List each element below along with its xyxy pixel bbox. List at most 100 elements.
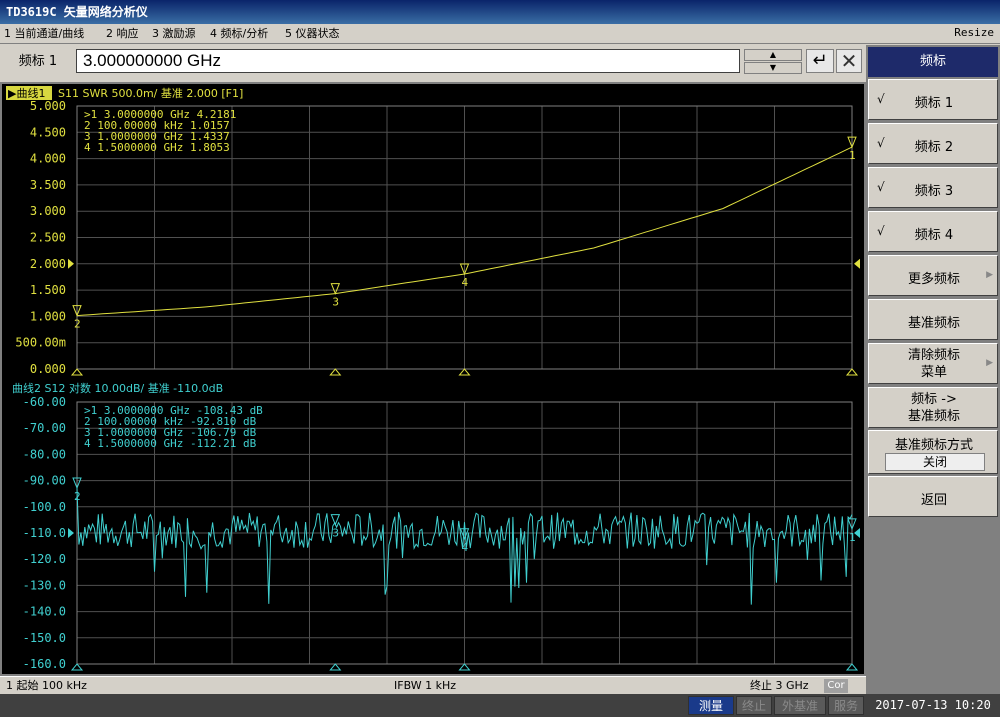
enter-button[interactable]: ↵ bbox=[806, 49, 834, 73]
chevron-right-icon: ▶ bbox=[986, 358, 993, 368]
softkey-marker-2[interactable]: √ 频标 2 bbox=[868, 123, 998, 164]
s12-y-tick: -70.00 bbox=[23, 421, 66, 435]
marker-value-input[interactable]: 3.000000000 GHz bbox=[76, 49, 740, 73]
spin-down-button[interactable]: ▼ bbox=[744, 62, 802, 74]
softkey-marker-3[interactable]: √ 频标 3 bbox=[868, 167, 998, 208]
trace1-active-tag: ▶曲线1 bbox=[8, 86, 45, 100]
menu-item-stimulus[interactable]: 3 激励源 bbox=[152, 26, 196, 42]
bottom-bar: 测量 终止 外基准 服务 2017-07-13 10:20 bbox=[0, 694, 1000, 717]
softkey-title: 频标 bbox=[868, 47, 998, 77]
bottom-stop[interactable]: 终止 bbox=[736, 696, 772, 715]
swr-y-tick: 3.000 bbox=[30, 204, 66, 218]
clock: 2017-07-13 10:20 bbox=[875, 698, 991, 712]
swr-marker-label: 3 bbox=[332, 296, 339, 309]
softkey-label: 频标 1 bbox=[914, 96, 954, 111]
menu-item-channel[interactable]: 1 当前通道/曲线 bbox=[4, 26, 84, 42]
ifbw-value[interactable]: IFBW 1 kHz bbox=[394, 678, 456, 694]
softkey-label: 基准频标方式 bbox=[894, 438, 973, 453]
s12-y-tick: -60.00 bbox=[23, 395, 66, 409]
s12-marker-label: 3 bbox=[332, 527, 339, 540]
s12-y-tick: -150.0 bbox=[23, 631, 66, 645]
softkey-back[interactable]: 返回 bbox=[868, 476, 998, 517]
swr-y-tick: 2.000 bbox=[30, 257, 66, 271]
trace-display[interactable]: 5.000 4.500 4.000 3.500 3.000 2.500 2.000 1.500… bbox=[0, 82, 866, 676]
swr-y-tick: 4.000 bbox=[30, 152, 66, 166]
swr-ref-pointer-right bbox=[854, 258, 860, 269]
softkey-label: 清除频标 菜单 bbox=[907, 348, 960, 380]
s12-y-tick: -90.00 bbox=[23, 474, 66, 488]
s12-y-tick: -160.0 bbox=[23, 657, 66, 671]
s12-y-tick: -110.0 bbox=[23, 526, 66, 540]
menu-item-system[interactable]: 5 仪器状态 bbox=[285, 26, 340, 42]
s12-axis-marker bbox=[329, 663, 342, 671]
bottom-measure[interactable]: 测量 bbox=[688, 696, 734, 715]
swr-y-tick: 1.000 bbox=[30, 309, 66, 323]
resize-button[interactable]: Resize bbox=[954, 26, 994, 39]
window-title: TD3619C 矢量网络分析仪 bbox=[6, 5, 148, 19]
s12-marker-row: 4 1.5000000 GHz -112.21 dB bbox=[84, 437, 257, 450]
softkey-label: 返回 bbox=[920, 493, 947, 508]
s12-y-tick: -130.0 bbox=[23, 578, 66, 592]
s12-y-tick: -120.0 bbox=[23, 552, 66, 566]
bottom-service[interactable]: 服务 bbox=[828, 696, 864, 715]
swr-ref-pointer-left bbox=[68, 258, 74, 269]
spin-up-button[interactable]: ▲ bbox=[744, 49, 802, 61]
bottom-ext-ref[interactable]: 外基准 bbox=[774, 696, 826, 715]
menu-bar: 1 当前通道/曲线 2 响应 3 激励源 4 频标/分析 5 仪器状态 Resi… bbox=[0, 24, 1000, 44]
enter-icon: ↵ bbox=[812, 50, 828, 71]
swr-marker-label: 1 bbox=[849, 149, 856, 162]
softkey-label: 频标 3 bbox=[914, 184, 954, 199]
s12-axis-marker bbox=[845, 663, 859, 671]
trace-plot: 5.000 4.500 4.000 3.500 3.000 2.500 2.000 1.500… bbox=[6, 86, 860, 671]
menu-item-marker[interactable]: 4 频标/分析 bbox=[210, 26, 268, 42]
arrow-down-icon: ▼ bbox=[769, 63, 777, 72]
softkey-clear-marker-menu[interactable]: 清除频标 菜单 ▶ bbox=[868, 343, 998, 384]
swr-axis-marker bbox=[458, 368, 471, 376]
s12-y-tick: -100.0 bbox=[23, 500, 66, 514]
title-bar: TD3619C 矢量网络分析仪 bbox=[0, 0, 1000, 24]
swr-y-tick: 4.500 bbox=[30, 125, 66, 139]
softkey-panel: 频标 √ 频标 1 √ 频标 2 √ 频标 3 √ 频标 4 更多频标 ▶ 基准… bbox=[866, 45, 1000, 694]
cancel-button[interactable]: ✕ bbox=[836, 49, 862, 73]
softkey-marker-4[interactable]: √ 频标 4 bbox=[868, 211, 998, 252]
swr-marker-row: 4 1.5000000 GHz 1.8053 bbox=[84, 141, 230, 154]
softkey-label: 频标 4 bbox=[914, 228, 954, 243]
trace1-header: S11 SWR 500.0m/ 基准 2.000 [F1] bbox=[58, 87, 243, 100]
swr-axis-marker bbox=[329, 368, 342, 376]
trace2-header: 曲线2 S12 对数 10.00dB/ 基准 -110.0dB bbox=[12, 381, 223, 395]
softkey-ref-marker-mode[interactable]: 基准频标方式 关闭 bbox=[868, 430, 998, 474]
s12-axis-marker bbox=[70, 663, 84, 671]
s12-axis-marker bbox=[458, 663, 471, 671]
entry-bar: 频标 1 3.000000000 GHz ▲ ▼ ↵ ✕ bbox=[0, 45, 866, 77]
swr-marker-label: 4 bbox=[461, 276, 468, 289]
swr-y-tick: 500.00m bbox=[15, 336, 66, 350]
softkey-label: 更多频标 bbox=[907, 272, 960, 287]
s12-marker-label: 2 bbox=[74, 490, 81, 503]
swr-marker-label: 2 bbox=[74, 318, 81, 331]
swr-y-tick: 1.500 bbox=[30, 283, 66, 297]
softkey-ref-marker[interactable]: 基准频标 bbox=[868, 299, 998, 340]
ref-mode-value[interactable]: 关闭 bbox=[885, 453, 985, 471]
start-frequency[interactable]: 1 起始 100 kHz bbox=[6, 678, 87, 694]
softkey-label: 频标 -> 基准频标 bbox=[907, 392, 960, 424]
softkey-label: 基准频标 bbox=[907, 316, 960, 331]
swr-y-tick: 3.500 bbox=[30, 178, 66, 192]
softkey-marker-to-ref[interactable]: 频标 -> 基准频标 bbox=[868, 387, 998, 428]
swr-marker-triangle bbox=[330, 283, 341, 295]
menu-item-response[interactable]: 2 响应 bbox=[106, 26, 139, 42]
status-bar: 1 起始 100 kHz IFBW 1 kHz 终止 3 GHz Cor bbox=[0, 676, 866, 694]
entry-label: 频标 1 bbox=[18, 54, 58, 69]
swr-y-tick: 5.000 bbox=[30, 99, 66, 113]
s12-y-tick: -140.0 bbox=[23, 605, 66, 619]
swr-axis-marker bbox=[70, 368, 84, 376]
s12-y-tick: -80.00 bbox=[23, 447, 66, 461]
chevron-right-icon: ▶ bbox=[986, 270, 993, 280]
swr-y-tick: 0.000 bbox=[30, 362, 66, 376]
stop-frequency[interactable]: 终止 3 GHz bbox=[750, 678, 809, 694]
correction-badge: Cor bbox=[824, 679, 848, 693]
swr-axis-marker bbox=[845, 368, 859, 376]
s12-marker-label: 1 bbox=[849, 531, 856, 544]
softkey-more-markers[interactable]: 更多频标 ▶ bbox=[868, 255, 998, 296]
softkey-marker-1[interactable]: √ 频标 1 bbox=[868, 79, 998, 120]
s12-marker-label: 4 bbox=[461, 541, 468, 554]
